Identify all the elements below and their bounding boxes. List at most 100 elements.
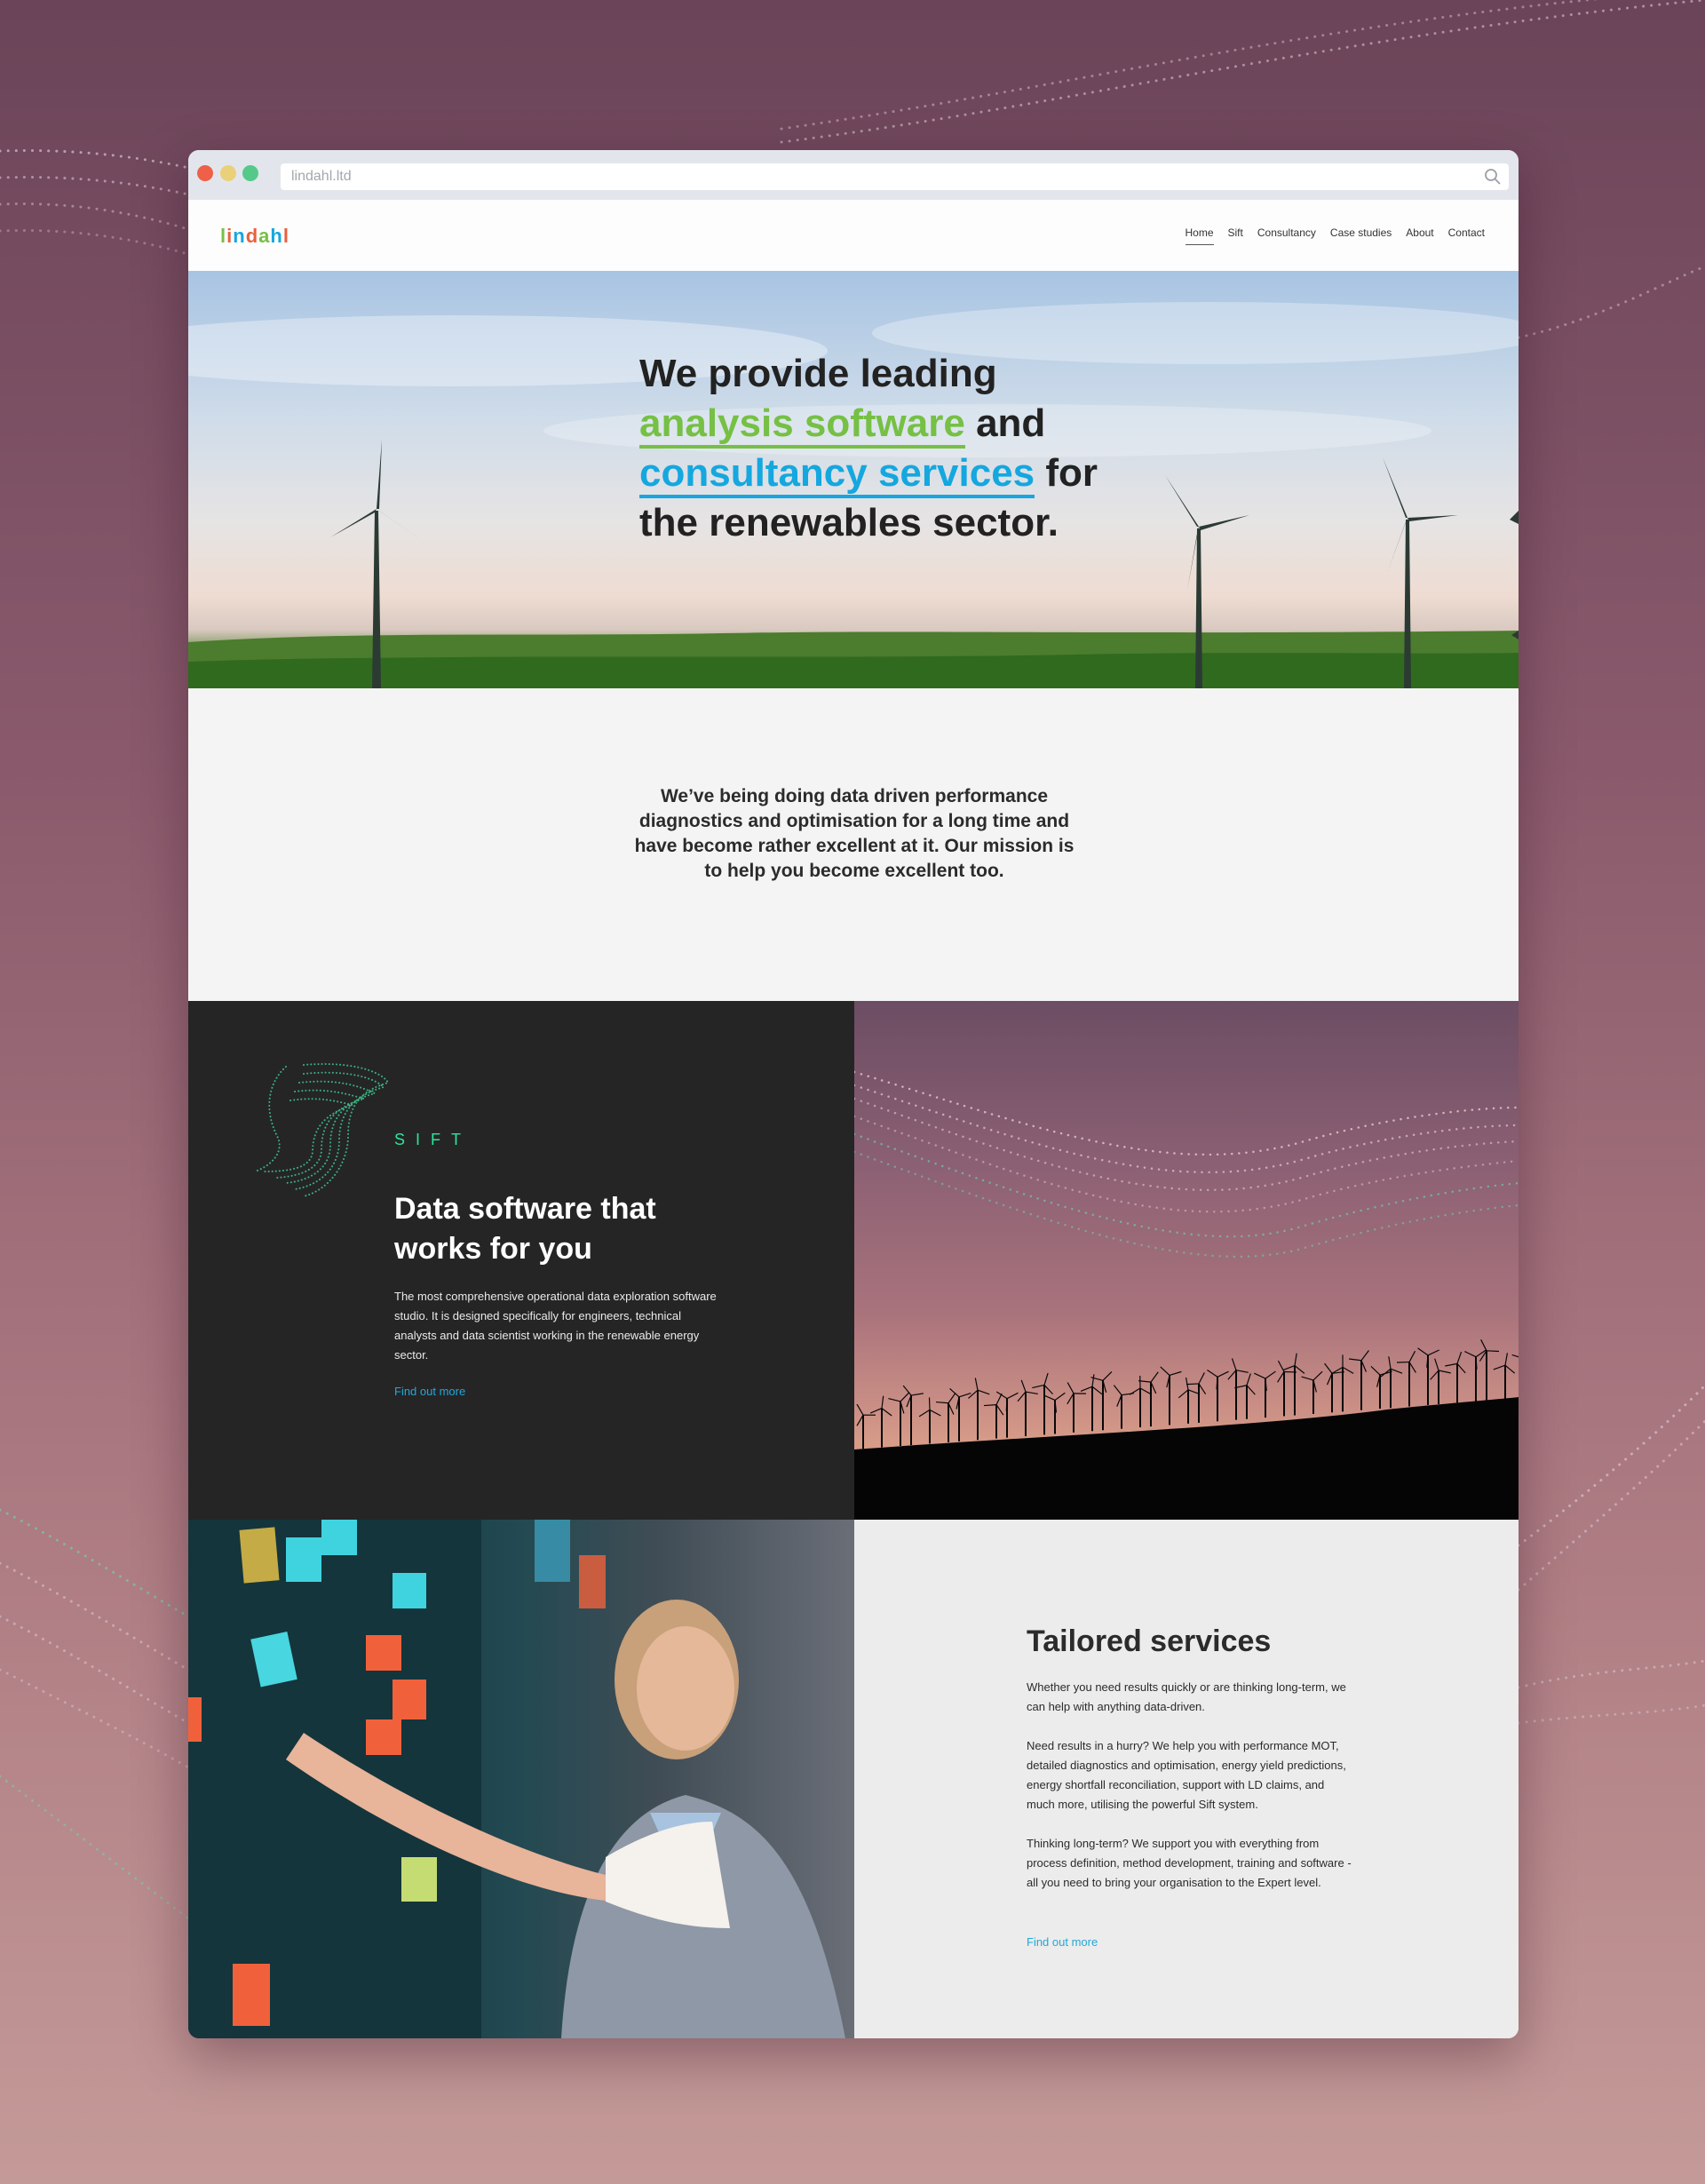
site-header: lindahl Home Sift Consultancy Case studies A… bbox=[188, 200, 1519, 271]
consultancy-services-link[interactable]: consultancy services bbox=[639, 451, 1035, 498]
turbine-blade bbox=[1277, 1371, 1285, 1383]
turbine-blade bbox=[1254, 1372, 1266, 1379]
nav-consultancy[interactable]: Consultancy bbox=[1257, 226, 1316, 245]
turbine-blade bbox=[1511, 1354, 1519, 1358]
turbine-blade bbox=[936, 1401, 949, 1404]
turbine-blade bbox=[856, 1414, 864, 1426]
turbine-blade bbox=[869, 1408, 883, 1414]
turbine-blade bbox=[1464, 1351, 1477, 1358]
turbine-blade bbox=[1408, 1350, 1416, 1362]
sift-panel: SIFT Data software that works for you Th… bbox=[188, 1001, 854, 1520]
turbine-blade bbox=[1139, 1387, 1152, 1395]
turbine-blade bbox=[974, 1378, 979, 1391]
turbine-blade bbox=[1231, 1358, 1237, 1370]
turbine-blade bbox=[1486, 1350, 1500, 1353]
nav-case-studies[interactable]: Case studies bbox=[1330, 226, 1392, 245]
close-window-button[interactable] bbox=[197, 165, 213, 181]
turbine-blade bbox=[1043, 1384, 1053, 1395]
turbine-blade bbox=[1246, 1373, 1251, 1386]
turbine-blade bbox=[995, 1391, 1008, 1400]
sift-find-out-more-link[interactable]: Find out more bbox=[394, 1385, 465, 1398]
services-long-term: Thinking long-term? We support you with … bbox=[1027, 1837, 1352, 1889]
turbine-blade bbox=[1178, 1389, 1189, 1399]
nav-about[interactable]: About bbox=[1406, 226, 1433, 245]
minimize-window-button[interactable] bbox=[220, 165, 236, 181]
turbine-blade bbox=[1390, 1368, 1403, 1374]
nav-sift[interactable]: Sift bbox=[1228, 226, 1243, 245]
turbine-blade bbox=[1102, 1370, 1113, 1381]
turbine-blade bbox=[1198, 1383, 1207, 1394]
turbine-blade bbox=[1006, 1392, 1019, 1400]
lindahl-logo[interactable]: lindahl bbox=[220, 225, 289, 248]
analysis-software-link[interactable]: analysis software bbox=[639, 401, 965, 449]
turbine-blade bbox=[1067, 1393, 1075, 1405]
turbine-blade bbox=[1080, 1386, 1093, 1393]
nav-home[interactable]: Home bbox=[1185, 226, 1214, 245]
wind-turbine-icon bbox=[1383, 457, 1458, 688]
logo-letter: i bbox=[226, 225, 234, 247]
turbine-blade bbox=[1434, 1358, 1439, 1371]
turbine-blade bbox=[1246, 1385, 1256, 1395]
services-find-out-more-link[interactable]: Find out more bbox=[1027, 1935, 1098, 1949]
turbine-blade bbox=[1294, 1353, 1297, 1366]
turbine-blade bbox=[983, 1403, 997, 1407]
turbine-blade bbox=[1301, 1376, 1314, 1381]
turbine-blade bbox=[1360, 1350, 1369, 1362]
turbine-blade bbox=[1235, 1370, 1249, 1373]
nav-contact[interactable]: Contact bbox=[1448, 226, 1485, 245]
search-icon[interactable] bbox=[1484, 168, 1502, 186]
main-nav: Home Sift Consultancy Case studies About Cont… bbox=[1185, 226, 1485, 245]
turbine-blade bbox=[881, 1395, 884, 1409]
turbine-blade bbox=[1349, 1358, 1362, 1362]
turbine-blade bbox=[958, 1392, 971, 1398]
turbine-blade bbox=[856, 1403, 864, 1416]
turbine-blade bbox=[1417, 1347, 1429, 1356]
turbine-blade bbox=[1282, 1364, 1296, 1371]
browser-toolbar: lindahl.ltd bbox=[188, 150, 1519, 200]
turbine-blade bbox=[1160, 1366, 1170, 1376]
turbine-blade bbox=[977, 1389, 990, 1395]
sift-title: Data software that works for you bbox=[394, 1192, 656, 1266]
turbine-blade bbox=[949, 1388, 960, 1398]
browser-search-field[interactable] bbox=[1216, 163, 1509, 190]
turbine-blade bbox=[1427, 1349, 1439, 1356]
turbine-blade bbox=[900, 1392, 910, 1402]
turbine-blade bbox=[929, 1409, 941, 1417]
turbine-blade bbox=[1312, 1370, 1323, 1381]
hero-section: We provide leading analysis software and… bbox=[188, 271, 1519, 688]
turbine-blade bbox=[1388, 1356, 1392, 1370]
maximize-window-button[interactable] bbox=[242, 165, 258, 181]
windfarm-image bbox=[854, 1001, 1519, 1520]
turbine-blade bbox=[1185, 1377, 1189, 1390]
turbine-blade bbox=[881, 1408, 892, 1417]
sticky-notes-photo-illustration bbox=[188, 1520, 845, 2038]
turbine-blade bbox=[1438, 1370, 1451, 1374]
logo-letter: n bbox=[233, 225, 246, 247]
turbine-blade bbox=[1493, 1364, 1506, 1370]
sift-logo-icon bbox=[254, 1063, 390, 1197]
turbine-blade bbox=[948, 1392, 956, 1404]
turbine-blade bbox=[1198, 1372, 1205, 1385]
turbine-blade bbox=[1017, 1391, 1027, 1402]
wind-turbine-icon bbox=[330, 440, 428, 688]
wind-turbine-icon bbox=[1510, 511, 1519, 639]
sift-description: The most comprehensive operational data … bbox=[394, 1290, 717, 1362]
services-intro: Whether you need results quickly or are … bbox=[1027, 1680, 1346, 1713]
windfarm-illustration bbox=[854, 1070, 1519, 1520]
turbine-blade bbox=[1043, 1394, 1056, 1402]
turbine-blade bbox=[1186, 1383, 1200, 1386]
turbine-blade bbox=[1091, 1386, 1103, 1395]
mission-statement: We’ve being doing data driven performanc… bbox=[634, 786, 1075, 881]
turbine-blade bbox=[1408, 1362, 1416, 1373]
logo-letter: l bbox=[220, 225, 227, 247]
team-photo bbox=[188, 1520, 854, 2038]
turbine-blade bbox=[888, 1397, 901, 1402]
turbine-blade bbox=[1169, 1370, 1182, 1377]
turbine-blade bbox=[995, 1404, 1004, 1416]
mission-section: We’ve being doing data driven performanc… bbox=[188, 688, 1519, 1001]
hero-line-1: We provide leading bbox=[639, 352, 997, 395]
address-bar[interactable]: lindahl.ltd bbox=[281, 163, 1297, 190]
hero-headline: We provide leading analysis software and… bbox=[639, 349, 1098, 548]
turbine-blade bbox=[1227, 1370, 1237, 1380]
turbine-blade bbox=[1430, 1370, 1439, 1380]
